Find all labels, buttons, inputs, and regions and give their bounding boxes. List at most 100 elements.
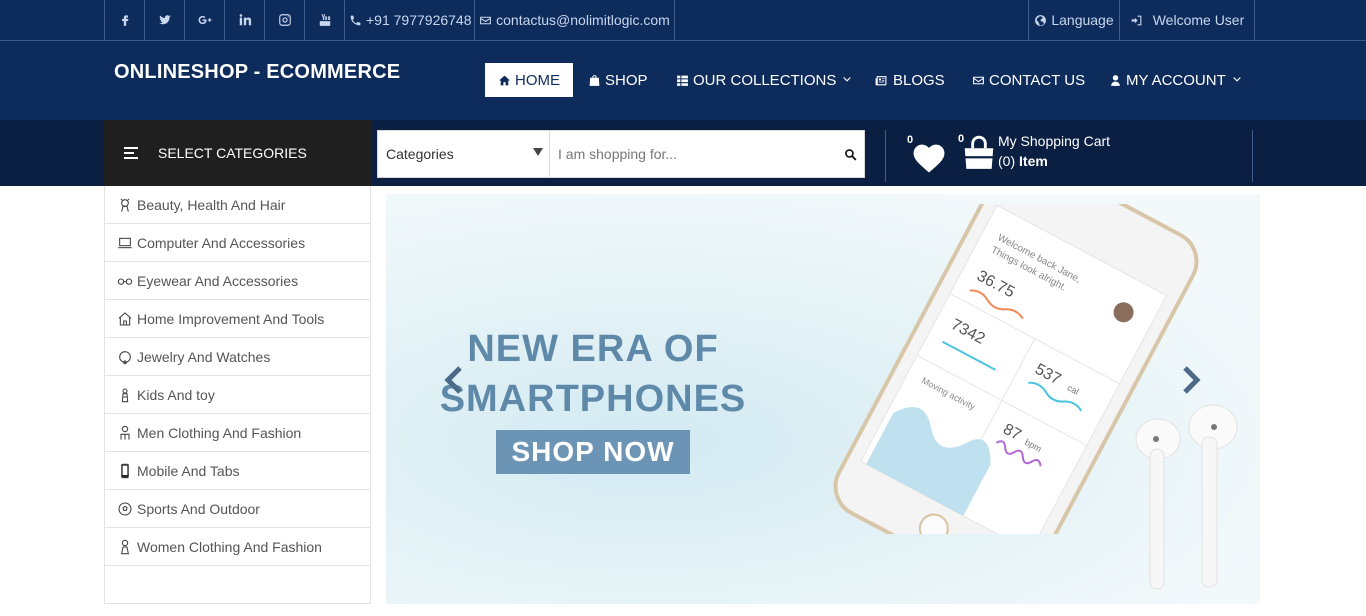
select-categories-label: SELECT CATEGORIES [158, 145, 307, 161]
sidebar-item-label: Women Clothing And Fashion [137, 538, 322, 555]
search-bar-row: SELECT CATEGORIES Categories 0 0 My Shop… [0, 120, 1366, 186]
email-link[interactable]: contactus@nolimitlogic.com [474, 0, 675, 40]
slider-prev-button[interactable] [442, 364, 466, 396]
nav-contact[interactable]: CONTACT US [972, 63, 1085, 97]
cart-button[interactable]: 0 [952, 130, 1000, 180]
facebook-icon [121, 15, 128, 26]
site-logo[interactable]: ONLINESHOP - ECOMMERCE [114, 61, 400, 84]
bars-icon [124, 147, 138, 159]
search-button[interactable] [836, 131, 864, 177]
instagram-icon [278, 14, 291, 26]
cart-count-value: (0) [998, 153, 1016, 169]
envelope-icon [480, 16, 492, 24]
google-plus-link[interactable] [184, 0, 224, 40]
sidebar-item-label: Jewelry And Watches [137, 348, 271, 365]
mobile-icon [121, 463, 129, 478]
search-box: Categories [377, 130, 865, 178]
toy-icon [121, 387, 129, 402]
caret-down-icon [533, 148, 543, 156]
user-icon [1111, 74, 1120, 86]
nav-contact-label: CONTACT US [989, 71, 1086, 89]
sidebar-item-beauty[interactable]: Beauty, Health And Hair [105, 186, 370, 224]
sidebar-item-label: Mobile And Tabs [137, 462, 240, 479]
sidebar-item-label: Eyewear And Accessories [137, 272, 299, 289]
nav-home-label: HOME [515, 71, 560, 89]
sidebar-item-label: Beauty, Health And Hair [137, 196, 286, 213]
language-label: Language [1051, 12, 1114, 28]
instagram-link[interactable] [264, 0, 304, 40]
linkedin-link[interactable] [224, 0, 264, 40]
cart-count-badge: 0 [952, 130, 970, 148]
top-bar: +91 7977926748 contactus@nolimitlogic.co… [0, 0, 1366, 41]
welcome-label: Welcome User [1152, 12, 1245, 28]
phone-icon [350, 15, 361, 25]
nav-shop-label: SHOP [605, 71, 648, 89]
woman-icon [121, 539, 129, 554]
globe-icon [1035, 14, 1047, 26]
sidebar-item-sports[interactable]: Sports And Outdoor [105, 490, 370, 528]
wishlist-button[interactable]: 0 [900, 130, 950, 180]
select-categories-button[interactable]: SELECT CATEGORIES [104, 120, 371, 186]
home-icon [499, 75, 510, 85]
cart-count-unit: Item [1019, 153, 1048, 169]
phone-contact: +91 7977926748 [344, 0, 476, 40]
twitter-link[interactable] [144, 0, 184, 40]
category-sidebar: Beauty, Health And Hair Computer And Acc… [104, 186, 371, 604]
beauty-icon [120, 198, 130, 212]
newspaper-icon [875, 75, 887, 85]
main-header: ONLINESHOP - ECOMMERCE HOME SHOP OUR COL… [0, 41, 1366, 120]
hero-slider: NEW ERA OF SMARTPHONES SHOP NOW Welcome … [386, 194, 1260, 604]
phone-number: +91 7977926748 [366, 12, 472, 28]
sidebar-item-label: Men Clothing And Fashion [137, 424, 302, 441]
house-icon [118, 311, 132, 326]
sidebar-item-label: Home Improvement And Tools [137, 310, 325, 327]
sidebar-item-label: Sports And Outdoor [137, 500, 260, 517]
shop-now-button[interactable]: SHOP NOW [496, 430, 690, 474]
cart-item-count: (0) Item [998, 153, 1048, 169]
sidebar-item-jewelry[interactable]: Jewelry And Watches [105, 338, 370, 376]
nav-collections-label: OUR COLLECTIONS [693, 71, 837, 89]
sidebar-item-mobile[interactable]: Mobile And Tabs [105, 452, 370, 490]
sidebar-item-eyewear[interactable]: Eyewear And Accessories [105, 262, 370, 300]
nav-blogs-label: BLOGS [893, 71, 945, 89]
sidebar-item-kids[interactable]: Kids And toy [105, 376, 370, 414]
necklace-icon [119, 350, 131, 364]
nav-account[interactable]: MY ACCOUNT [1109, 63, 1242, 97]
sidebar-item-women-clothing[interactable]: Women Clothing And Fashion [105, 528, 370, 566]
envelope-outline-icon [973, 76, 984, 84]
linkedin-icon [239, 14, 251, 26]
sidebar-item-home-improvement[interactable]: Home Improvement And Tools [105, 300, 370, 338]
nav-home[interactable]: HOME [485, 63, 573, 97]
earbuds-image [1135, 404, 1238, 590]
nav-account-label: MY ACCOUNT [1126, 71, 1226, 89]
email-address: contactus@nolimitlogic.com [496, 12, 670, 28]
soccer-ball-icon [118, 501, 132, 516]
cart-title[interactable]: My Shopping Cart [998, 133, 1110, 149]
man-icon [120, 425, 130, 440]
th-list-icon [677, 75, 688, 86]
youtube-link[interactable] [304, 0, 344, 40]
sidebar-item-computer[interactable]: Computer And Accessories [105, 224, 370, 262]
chevron-left-icon [444, 366, 462, 394]
nav-blogs[interactable]: BLOGS [873, 63, 945, 97]
welcome-user-link[interactable]: Welcome User [1119, 0, 1255, 40]
glasses-icon [117, 277, 133, 285]
google-plus-icon [198, 15, 211, 25]
divider [1252, 130, 1253, 182]
sidebar-item-label: Kids And toy [137, 386, 215, 403]
nav-collections[interactable]: OUR COLLECTIONS [676, 63, 852, 97]
search-icon [844, 148, 856, 160]
sidebar-item-label: Computer And Accessories [137, 234, 306, 251]
search-input[interactable] [551, 131, 836, 177]
facebook-link[interactable] [104, 0, 144, 40]
language-menu[interactable]: Language [1028, 0, 1119, 40]
nav-shop[interactable]: SHOP [588, 63, 648, 97]
shopping-bag-icon [589, 74, 600, 86]
sidebar-item-men-clothing[interactable]: Men Clothing And Fashion [105, 414, 370, 452]
category-select[interactable]: Categories [378, 131, 550, 177]
divider [885, 130, 886, 182]
twitter-icon [158, 15, 171, 25]
wishlist-count-badge: 0 [901, 131, 919, 149]
chevron-down-icon [843, 77, 852, 82]
youtube-icon [319, 14, 330, 26]
